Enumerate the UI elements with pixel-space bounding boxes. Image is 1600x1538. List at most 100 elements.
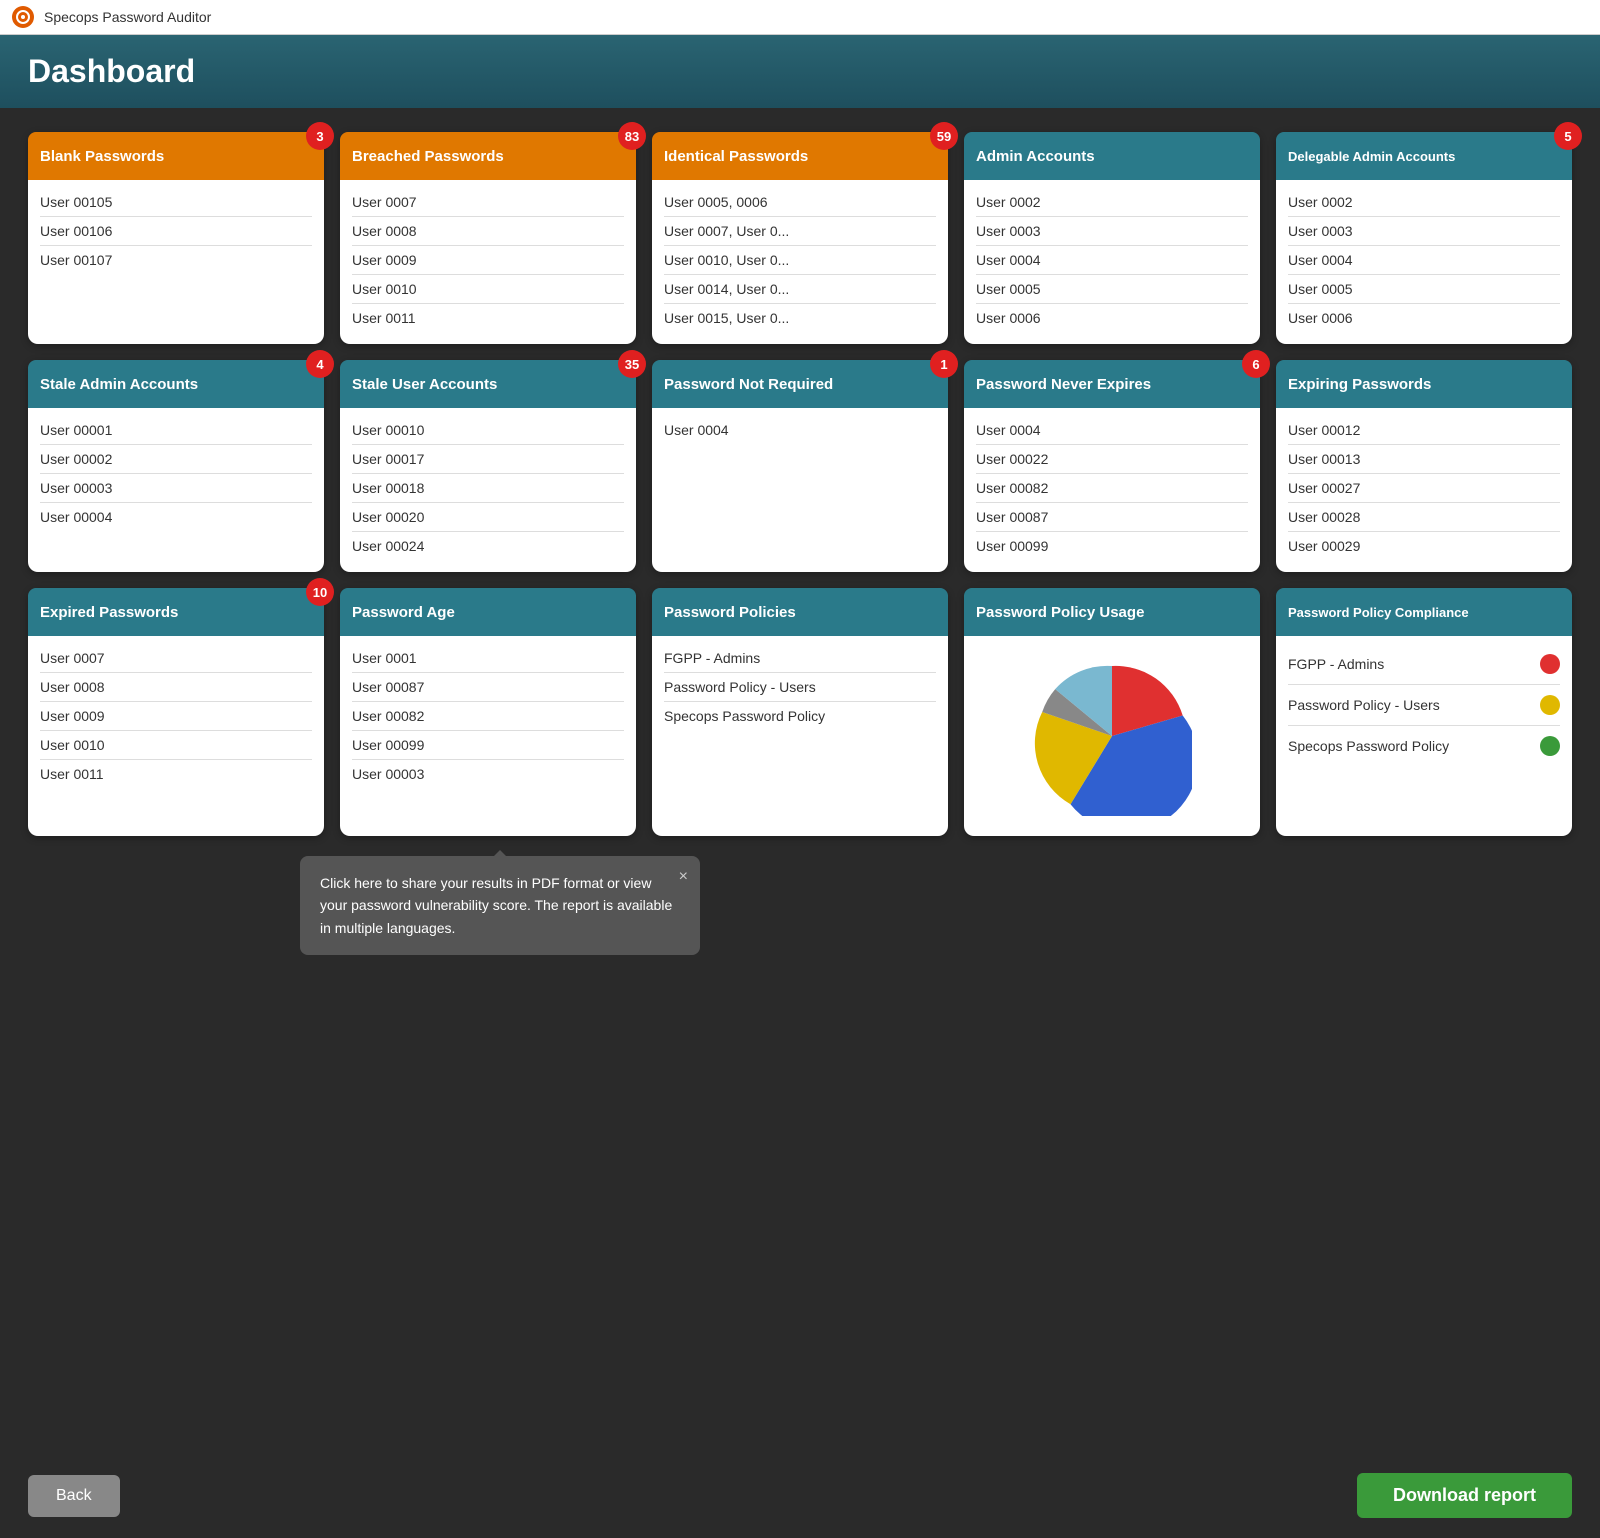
card-blank-passwords[interactable]: 3 Blank Passwords User 00105 User 00106 …	[28, 132, 324, 344]
list-item: User 0002	[976, 188, 1248, 217]
card-stale-user-accounts[interactable]: 35 Stale User Accounts User 00010 User 0…	[340, 360, 636, 572]
legend-label: Specops Password Policy	[1288, 738, 1449, 754]
list-item: User 00099	[976, 532, 1248, 560]
card-header-stale-admin-accounts: Stale Admin Accounts	[28, 360, 324, 408]
page-header: Dashboard	[0, 35, 1600, 108]
list-item: User 00087	[976, 503, 1248, 532]
list-item: User 00010	[352, 416, 624, 445]
card-header-password-policy-usage: Password Policy Usage	[964, 588, 1260, 636]
app-logo	[12, 6, 34, 28]
badge-stale-admin-accounts: 4	[306, 350, 334, 378]
list-item: User 00106	[40, 217, 312, 246]
list-item: Password Policy - Users	[664, 673, 936, 702]
list-item: User 00024	[352, 532, 624, 560]
card-password-never-expires[interactable]: 6 Password Never Expires User 0004 User …	[964, 360, 1260, 572]
legend-dot-specops-password-policy	[1540, 736, 1560, 756]
card-expired-passwords[interactable]: 10 Expired Passwords User 0007 User 0008…	[28, 588, 324, 836]
list-item: User 00099	[352, 731, 624, 760]
card-password-policy-compliance[interactable]: Password Policy Compliance FGPP - Admins…	[1276, 588, 1572, 836]
badge-breached-passwords: 83	[618, 122, 646, 150]
badge-expired-passwords: 10	[306, 578, 334, 606]
list-item: User 0004	[976, 416, 1248, 445]
list-item: User 0008	[40, 673, 312, 702]
legend-dot-password-policy-users	[1540, 695, 1560, 715]
badge-delegable-admin-accounts: 5	[1554, 122, 1582, 150]
list-item: User 0015, User 0...	[664, 304, 936, 332]
card-header-expiring-passwords: Expiring Passwords	[1276, 360, 1572, 408]
card-header-password-age: Password Age	[340, 588, 636, 636]
list-item: User 0009	[352, 246, 624, 275]
list-item: User 00028	[1288, 503, 1560, 532]
card-breached-passwords[interactable]: 83 Breached Passwords User 0007 User 000…	[340, 132, 636, 344]
list-item: User 00020	[352, 503, 624, 532]
list-item: User 0011	[352, 304, 624, 332]
card-body-delegable-admin-accounts: User 0002 User 0003 User 0004 User 0005 …	[1276, 180, 1572, 344]
list-item: User 00013	[1288, 445, 1560, 474]
list-item: User 0003	[1288, 217, 1560, 246]
back-button[interactable]: Back	[28, 1475, 120, 1517]
badge-identical-passwords: 59	[930, 122, 958, 150]
cards-row-2: 4 Stale Admin Accounts User 00001 User 0…	[28, 360, 1572, 572]
list-item: User 0007	[352, 188, 624, 217]
card-body-stale-admin-accounts: User 00001 User 00002 User 00003 User 00…	[28, 408, 324, 543]
list-item: User 0006	[1288, 304, 1560, 332]
card-body-password-policy-usage	[964, 636, 1260, 836]
list-item: User 0002	[1288, 188, 1560, 217]
list-item: User 00004	[40, 503, 312, 531]
card-password-not-required[interactable]: 1 Password Not Required User 0004	[652, 360, 948, 572]
list-item: User 00082	[976, 474, 1248, 503]
card-body-password-not-required: User 0004	[652, 408, 948, 456]
titlebar: Specops Password Auditor	[0, 0, 1600, 35]
list-item: User 0004	[1288, 246, 1560, 275]
list-item: User 0005, 0006	[664, 188, 936, 217]
legend-dot-fgpp-admins	[1540, 654, 1560, 674]
card-header-delegable-admin-accounts: Delegable Admin Accounts	[1276, 132, 1572, 180]
pie-chart	[1032, 656, 1192, 816]
tooltip-text: Click here to share your results in PDF …	[320, 875, 672, 936]
list-item: User 00022	[976, 445, 1248, 474]
card-stale-admin-accounts[interactable]: 4 Stale Admin Accounts User 00001 User 0…	[28, 360, 324, 572]
list-item: User 00017	[352, 445, 624, 474]
list-item: User 0007	[40, 644, 312, 673]
list-item: User 0014, User 0...	[664, 275, 936, 304]
list-item: User 00018	[352, 474, 624, 503]
card-header-password-never-expires: Password Never Expires	[964, 360, 1260, 408]
card-header-breached-passwords: Breached Passwords	[340, 132, 636, 180]
card-admin-accounts[interactable]: Admin Accounts User 0002 User 0003 User …	[964, 132, 1260, 344]
card-body-blank-passwords: User 00105 User 00106 User 00107	[28, 180, 324, 286]
tooltip-container: × Click here to share your results in PD…	[0, 856, 1272, 955]
legend-item-password-policy-users: Password Policy - Users	[1288, 685, 1560, 726]
card-header-password-not-required: Password Not Required	[652, 360, 948, 408]
list-item: User 0010	[352, 275, 624, 304]
list-item: User 0009	[40, 702, 312, 731]
list-item: User 0010, User 0...	[664, 246, 936, 275]
legend-item-specops-password-policy: Specops Password Policy	[1288, 726, 1560, 766]
card-delegable-admin-accounts[interactable]: 5 Delegable Admin Accounts User 0002 Use…	[1276, 132, 1572, 344]
list-item: User 0008	[352, 217, 624, 246]
card-password-policy-usage[interactable]: Password Policy Usage	[964, 588, 1260, 836]
list-item: Specops Password Policy	[664, 702, 936, 730]
legend-label: FGPP - Admins	[1288, 656, 1384, 672]
list-item: User 0010	[40, 731, 312, 760]
list-item: User 0011	[40, 760, 312, 788]
tooltip-bubble: × Click here to share your results in PD…	[300, 856, 700, 955]
card-identical-passwords[interactable]: 59 Identical Passwords User 0005, 0006 U…	[652, 132, 948, 344]
badge-stale-user-accounts: 35	[618, 350, 646, 378]
tooltip-close-button[interactable]: ×	[679, 864, 688, 890]
card-header-stale-user-accounts: Stale User Accounts	[340, 360, 636, 408]
card-body-breached-passwords: User 0007 User 0008 User 0009 User 0010 …	[340, 180, 636, 344]
card-password-age[interactable]: Password Age User 0001 User 00087 User 0…	[340, 588, 636, 836]
card-header-expired-passwords: Expired Passwords	[28, 588, 324, 636]
list-item: User 00082	[352, 702, 624, 731]
list-item: User 00002	[40, 445, 312, 474]
card-body-admin-accounts: User 0002 User 0003 User 0004 User 0005 …	[964, 180, 1260, 344]
list-item: User 00001	[40, 416, 312, 445]
card-header-identical-passwords: Identical Passwords	[652, 132, 948, 180]
list-item: User 0004	[976, 246, 1248, 275]
card-header-blank-passwords: Blank Passwords	[28, 132, 324, 180]
card-body-password-never-expires: User 0004 User 00022 User 00082 User 000…	[964, 408, 1260, 572]
list-item: User 0005	[1288, 275, 1560, 304]
card-expiring-passwords[interactable]: Expiring Passwords User 00012 User 00013…	[1276, 360, 1572, 572]
download-report-button[interactable]: Download report	[1357, 1473, 1572, 1518]
card-password-policies[interactable]: Password Policies FGPP - Admins Password…	[652, 588, 948, 836]
